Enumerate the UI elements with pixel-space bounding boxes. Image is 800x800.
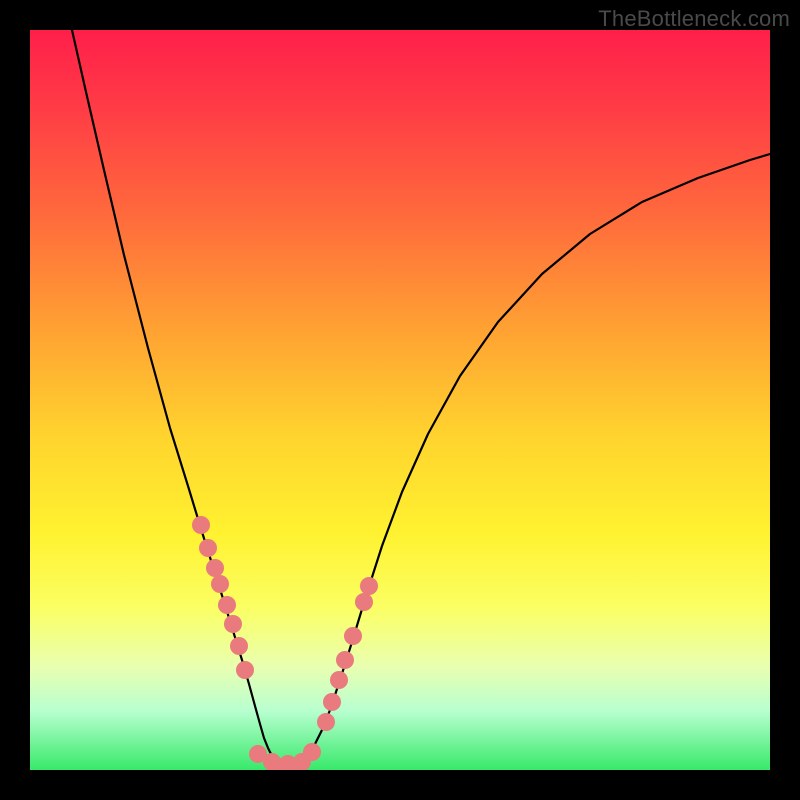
data-dot xyxy=(360,577,378,595)
left-curve xyxy=(72,30,284,765)
data-dot xyxy=(355,593,373,611)
watermark-text: TheBottleneck.com xyxy=(598,6,790,32)
bottom-cluster xyxy=(249,743,321,770)
data-dot xyxy=(218,596,236,614)
chart-frame: TheBottleneck.com xyxy=(0,0,800,800)
data-dot xyxy=(224,615,242,633)
data-dot xyxy=(330,671,348,689)
data-dot xyxy=(192,516,210,534)
right-curve xyxy=(298,154,770,765)
data-dot xyxy=(206,559,224,577)
data-dot xyxy=(303,743,321,761)
data-dot xyxy=(236,661,254,679)
curve-layer xyxy=(30,30,770,770)
plot-area xyxy=(30,30,770,770)
data-dot xyxy=(323,693,341,711)
data-dot xyxy=(199,539,217,557)
dots-left-group xyxy=(192,516,254,679)
data-dot xyxy=(336,651,354,669)
dots-right-group xyxy=(317,577,378,731)
data-dot xyxy=(211,575,229,593)
data-dot xyxy=(317,713,335,731)
data-dot xyxy=(344,627,362,645)
data-dot xyxy=(230,637,248,655)
